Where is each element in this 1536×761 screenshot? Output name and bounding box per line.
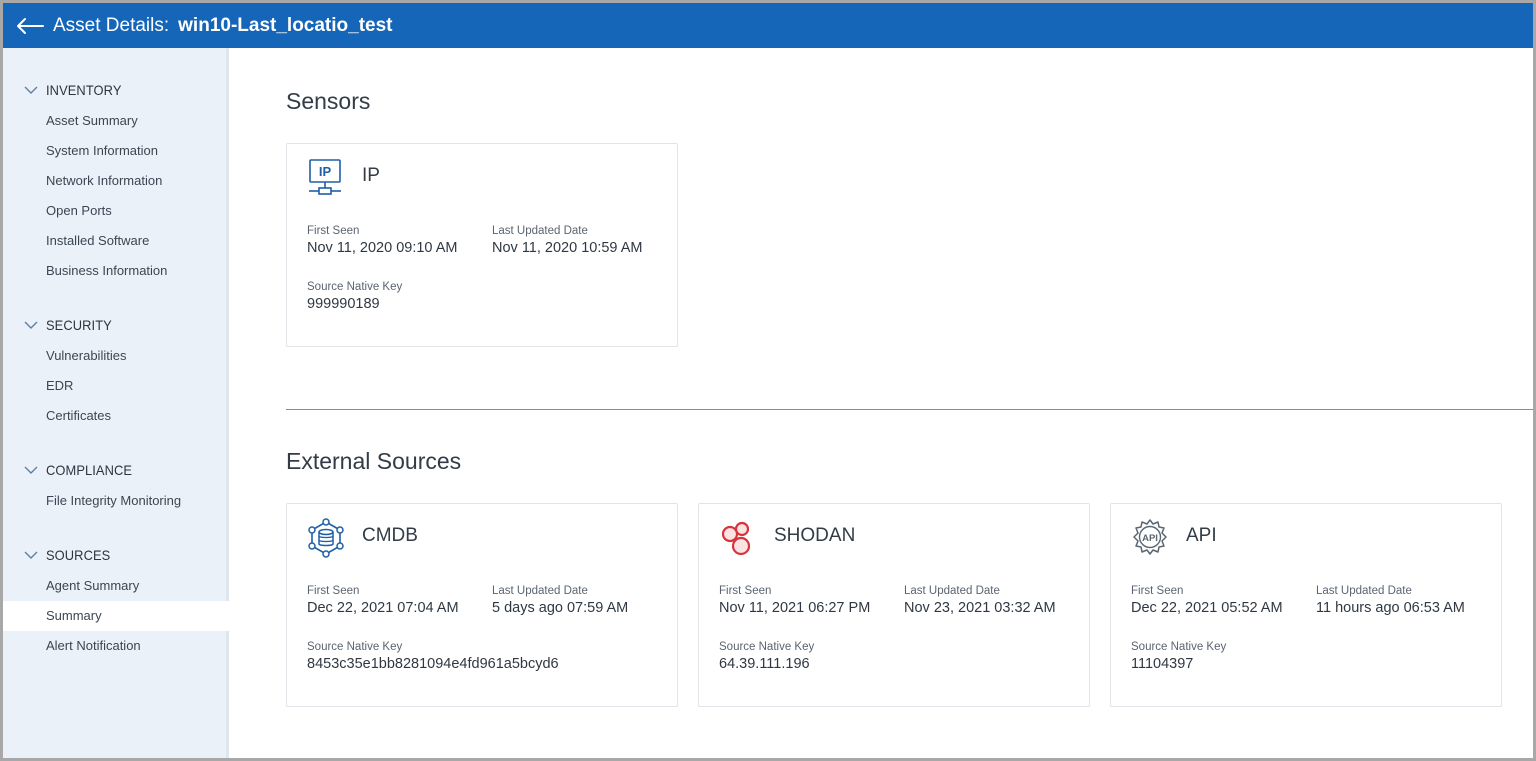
sidebar-item-vulnerabilities[interactable]: Vulnerabilities bbox=[3, 341, 229, 371]
sidebar: INVENTORY Asset Summary System Informati… bbox=[3, 48, 229, 758]
field-label: First Seen bbox=[719, 585, 772, 597]
sidebar-item-installed-software[interactable]: Installed Software bbox=[3, 226, 229, 256]
field-label: First Seen bbox=[307, 585, 360, 597]
card-title: API bbox=[1186, 525, 1217, 546]
group-header-security[interactable]: SECURITY bbox=[3, 313, 229, 337]
external-sources-title: External Sources bbox=[286, 448, 462, 474]
group-header-sources[interactable]: SOURCES bbox=[3, 543, 229, 567]
first-seen-value: Nov 11, 2020 09:10 AM bbox=[307, 240, 458, 256]
sidebar-item-asset-summary[interactable]: Asset Summary bbox=[3, 106, 229, 136]
page-title-label: Asset Details: bbox=[53, 14, 170, 36]
source-key-value: 64.39.111.196 bbox=[719, 656, 810, 672]
source-key-value: 11104397 bbox=[1131, 656, 1194, 672]
source-key-field: Source Native Key 8453c35e1bb8281094e4fd… bbox=[307, 641, 667, 672]
nav-group-security: SECURITY Vulnerabilities EDR Certificate… bbox=[3, 313, 229, 431]
section-divider bbox=[286, 409, 1533, 410]
group-header-compliance[interactable]: COMPLIANCE bbox=[3, 458, 229, 482]
field-label: Last Updated Date bbox=[492, 585, 588, 597]
card-title: IP bbox=[362, 165, 380, 186]
last-updated-field: Last Updated Date 5 days ago 07:59 AM bbox=[492, 585, 662, 616]
field-label: First Seen bbox=[307, 225, 360, 237]
source-key-value: 8453c35e1bb8281094e4fd961a5bcyd6 bbox=[307, 656, 559, 672]
field-label: Last Updated Date bbox=[1316, 585, 1412, 597]
source-card-cmdb[interactable]: CMDB First Seen Dec 22, 2021 07:04 AM La… bbox=[286, 503, 678, 707]
field-label: Source Native Key bbox=[1131, 641, 1227, 653]
sidebar-item-alert-notification[interactable]: Alert Notification bbox=[3, 631, 229, 661]
sidebar-item-certificates[interactable]: Certificates bbox=[3, 401, 229, 431]
source-key-value: 999990189 bbox=[307, 296, 380, 312]
sidebar-item-summary[interactable]: Summary bbox=[3, 601, 229, 631]
app-frame: Asset Details: win10-Last_locatio_test I… bbox=[0, 0, 1536, 761]
back-button[interactable] bbox=[3, 3, 53, 48]
source-card-shodan[interactable]: SHODAN First Seen Nov 11, 2021 06:27 PM … bbox=[698, 503, 1090, 707]
source-key-field: Source Native Key 64.39.111.196 bbox=[719, 641, 1079, 672]
main-content: Sensors IP IP First Seen Nov 11, 2020 09… bbox=[232, 48, 1533, 758]
first-seen-field: First Seen Dec 22, 2021 07:04 AM bbox=[307, 585, 477, 616]
sidebar-item-edr[interactable]: EDR bbox=[3, 371, 229, 401]
field-label: Source Native Key bbox=[307, 281, 403, 293]
last-updated-value: 11 hours ago 06:53 AM bbox=[1316, 600, 1465, 616]
sidebar-item-open-ports[interactable]: Open Ports bbox=[3, 196, 229, 226]
asset-name: win10-Last_locatio_test bbox=[178, 14, 393, 36]
group-title: COMPLIANCE bbox=[46, 462, 133, 478]
last-updated-value: Nov 11, 2020 10:59 AM bbox=[492, 240, 643, 256]
field-label: Last Updated Date bbox=[492, 225, 588, 237]
chevron-down-icon bbox=[24, 321, 38, 329]
api-gear-icon: API bbox=[1133, 519, 1167, 555]
sidebar-item-file-integrity-monitoring[interactable]: File Integrity Monitoring bbox=[3, 486, 229, 516]
field-label: First Seen bbox=[1131, 585, 1184, 597]
group-title: SOURCES bbox=[46, 547, 111, 563]
first-seen-field: First Seen Nov 11, 2020 09:10 AM bbox=[307, 225, 477, 256]
sensors-title: Sensors bbox=[286, 88, 371, 114]
ip-network-icon: IP bbox=[309, 159, 341, 195]
group-header-inventory[interactable]: INVENTORY bbox=[3, 78, 229, 102]
last-updated-field: Last Updated Date Nov 11, 2020 10:59 AM bbox=[492, 225, 662, 256]
last-updated-field: Last Updated Date Nov 23, 2021 03:32 AM bbox=[904, 585, 1074, 616]
first-seen-value: Dec 22, 2021 05:52 AM bbox=[1131, 600, 1283, 616]
sidebar-item-agent-summary[interactable]: Agent Summary bbox=[3, 571, 229, 601]
card-title: CMDB bbox=[362, 525, 418, 546]
source-card-api[interactable]: API API First Seen Dec 22, 2021 05:52 AM… bbox=[1110, 503, 1502, 707]
svg-text:API: API bbox=[1142, 533, 1158, 544]
card-title: SHODAN bbox=[774, 525, 856, 546]
cmdb-database-icon bbox=[308, 518, 344, 558]
source-key-field: Source Native Key 999990189 bbox=[307, 281, 667, 312]
sensor-card-ip[interactable]: IP IP First Seen Nov 11, 2020 09:10 AM L… bbox=[286, 143, 678, 347]
field-label: Source Native Key bbox=[719, 641, 815, 653]
sidebar-item-network-information[interactable]: Network Information bbox=[3, 166, 229, 196]
shodan-icon bbox=[721, 521, 751, 556]
page-header: Asset Details: win10-Last_locatio_test bbox=[3, 3, 1533, 48]
last-updated-field: Last Updated Date 11 hours ago 06:53 AM bbox=[1316, 585, 1486, 616]
first-seen-value: Dec 22, 2021 07:04 AM bbox=[307, 600, 459, 616]
nav-group-compliance: COMPLIANCE File Integrity Monitoring bbox=[3, 458, 229, 516]
first-seen-field: First Seen Dec 22, 2021 05:52 AM bbox=[1131, 585, 1301, 616]
svg-text:IP: IP bbox=[319, 164, 332, 179]
chevron-down-icon bbox=[24, 466, 38, 474]
sidebar-item-business-information[interactable]: Business Information bbox=[3, 256, 229, 286]
group-title: INVENTORY bbox=[46, 82, 122, 98]
nav-group-sources: SOURCES Agent Summary Summary Alert Noti… bbox=[3, 543, 229, 661]
chevron-down-icon bbox=[24, 551, 38, 559]
source-key-field: Source Native Key 11104397 bbox=[1131, 641, 1491, 672]
field-label: Source Native Key bbox=[307, 641, 403, 653]
chevron-down-icon bbox=[24, 86, 38, 94]
back-arrow-icon bbox=[17, 17, 44, 34]
nav-group-inventory: INVENTORY Asset Summary System Informati… bbox=[3, 78, 229, 286]
group-title: SECURITY bbox=[46, 317, 112, 333]
first-seen-value: Nov 11, 2021 06:27 PM bbox=[719, 600, 871, 616]
last-updated-value: 5 days ago 07:59 AM bbox=[492, 600, 629, 616]
sidebar-item-system-information[interactable]: System Information bbox=[3, 136, 229, 166]
last-updated-value: Nov 23, 2021 03:32 AM bbox=[904, 600, 1056, 616]
first-seen-field: First Seen Nov 11, 2021 06:27 PM bbox=[719, 585, 889, 616]
field-label: Last Updated Date bbox=[904, 585, 1000, 597]
